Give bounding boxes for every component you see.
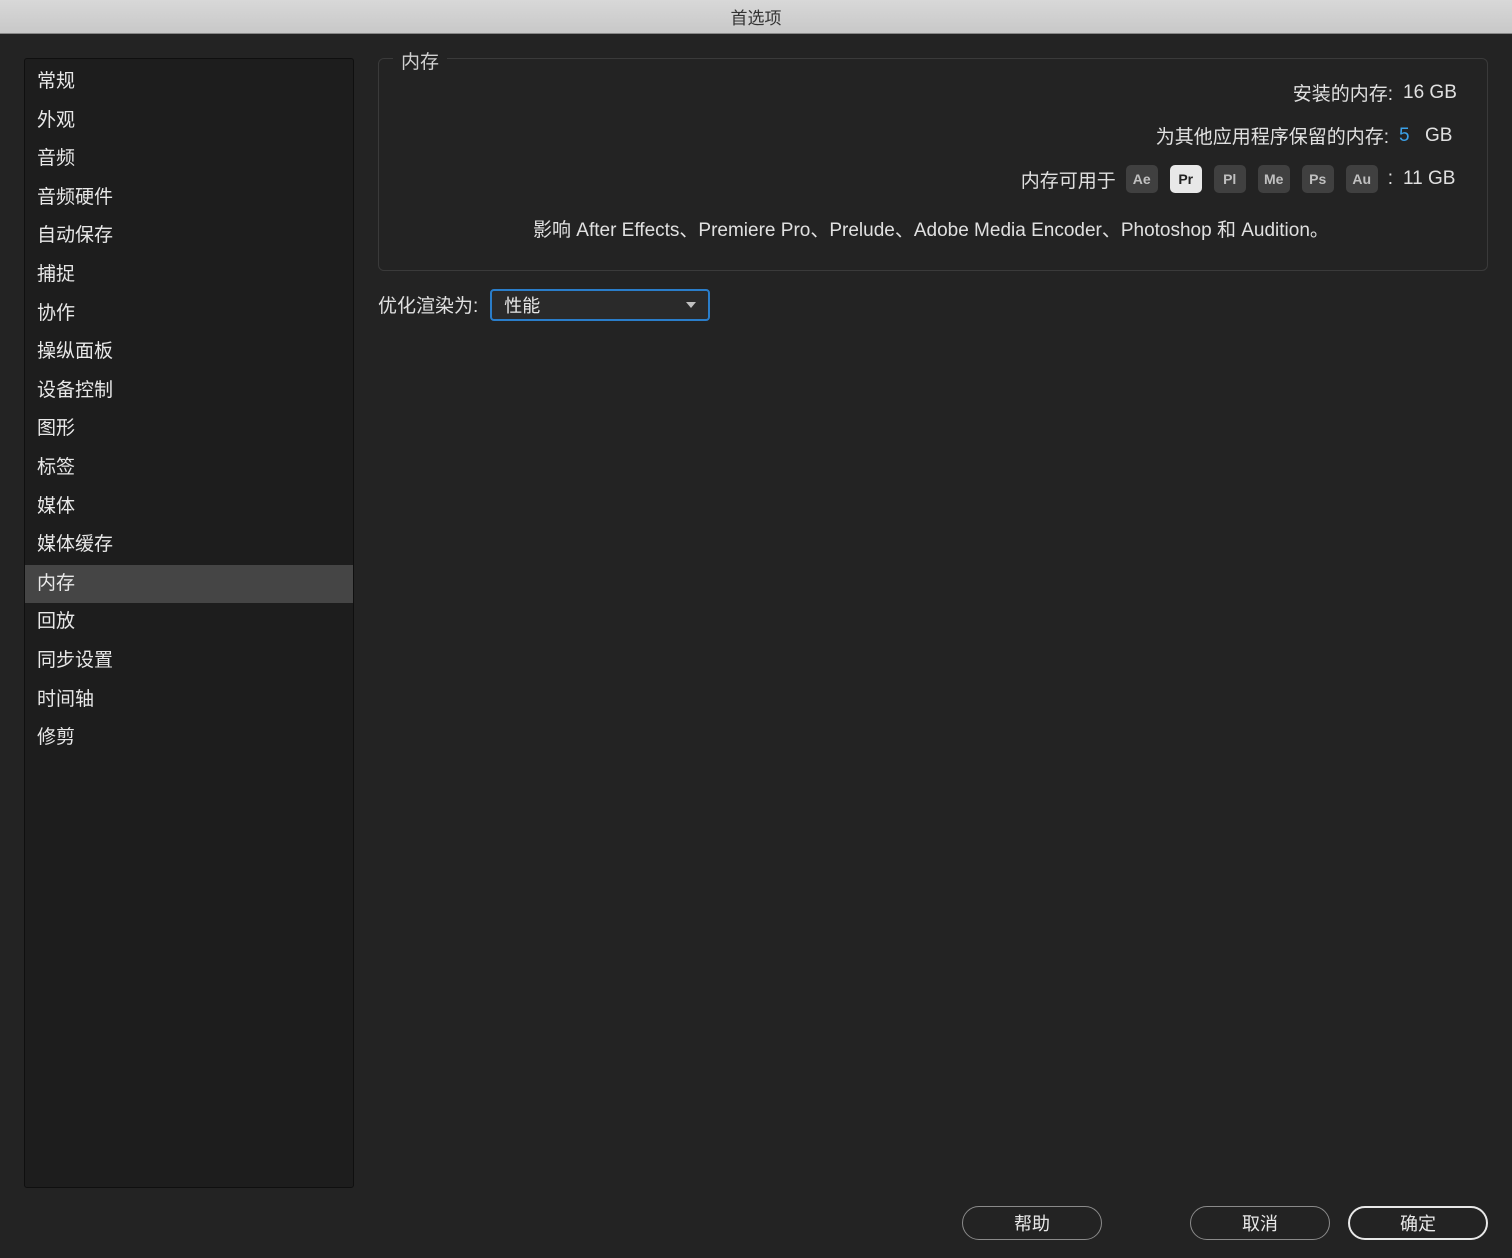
sidebar-item-2[interactable]: 音频 bbox=[25, 140, 353, 179]
app-badge-ps: Ps bbox=[1302, 165, 1334, 193]
available-memory-row: 内存可用于 Ae Pr Pl Me Ps Au : 11 GB bbox=[403, 165, 1463, 193]
available-memory-value: 11 GB bbox=[1403, 168, 1463, 190]
reserved-memory-value-unit: GB bbox=[1425, 125, 1463, 147]
optimize-render-label: 优化渲染为: bbox=[378, 291, 478, 318]
sidebar-item-16[interactable]: 时间轴 bbox=[25, 681, 353, 720]
reserved-memory-value-num[interactable]: 5 bbox=[1399, 125, 1415, 147]
sidebar-item-13[interactable]: 内存 bbox=[25, 565, 353, 604]
main-area: 常规外观音频音频硬件自动保存捕捉协作操纵面板设备控制图形标签媒体媒体缓存内存回放… bbox=[24, 58, 1488, 1188]
sidebar-item-6[interactable]: 协作 bbox=[25, 295, 353, 334]
sidebar-item-15[interactable]: 同步设置 bbox=[25, 642, 353, 681]
installed-memory-row: 安装的内存: 16 GB bbox=[403, 79, 1463, 106]
sidebar-item-4[interactable]: 自动保存 bbox=[25, 217, 353, 256]
chevron-down-icon bbox=[686, 302, 696, 308]
memory-rows: 安装的内存: 16 GB 为其他应用程序保留的内存: 5 GB 内存可用于 Ae… bbox=[403, 79, 1463, 246]
sidebar-item-17[interactable]: 修剪 bbox=[25, 719, 353, 758]
sidebar-item-7[interactable]: 操纵面板 bbox=[25, 333, 353, 372]
app-badge-pr: Pr bbox=[1170, 165, 1202, 193]
reserved-memory-row: 为其他应用程序保留的内存: 5 GB bbox=[403, 122, 1463, 149]
sidebar-item-9[interactable]: 图形 bbox=[25, 410, 353, 449]
sidebar-item-0[interactable]: 常规 bbox=[25, 63, 353, 102]
memory-description: 影响 After Effects、Premiere Pro、Prelude、Ad… bbox=[403, 217, 1463, 246]
sidebar-item-8[interactable]: 设备控制 bbox=[25, 372, 353, 411]
optimize-render-row: 优化渲染为: 性能 bbox=[378, 289, 1488, 321]
optimize-render-select[interactable]: 性能 bbox=[490, 289, 710, 321]
window-title: 首选项 bbox=[731, 4, 782, 29]
sidebar-item-1[interactable]: 外观 bbox=[25, 102, 353, 141]
optimize-render-value: 性能 bbox=[504, 292, 540, 318]
sidebar-item-3[interactable]: 音频硬件 bbox=[25, 179, 353, 218]
reserved-memory-label: 为其他应用程序保留的内存: bbox=[1156, 122, 1389, 149]
window-body: 常规外观音频音频硬件自动保存捕捉协作操纵面板设备控制图形标签媒体媒体缓存内存回放… bbox=[0, 34, 1512, 1258]
sidebar-item-11[interactable]: 媒体 bbox=[25, 488, 353, 527]
preferences-sidebar: 常规外观音频音频硬件自动保存捕捉协作操纵面板设备控制图形标签媒体媒体缓存内存回放… bbox=[24, 58, 354, 1188]
preferences-content: 内存 安装的内存: 16 GB 为其他应用程序保留的内存: 5 GB 内存可用于… bbox=[378, 58, 1488, 1188]
available-memory-label: 内存可用于 bbox=[1021, 166, 1116, 193]
dialog-footer: 帮助 取消 确定 bbox=[24, 1188, 1488, 1240]
available-memory-suffix: : bbox=[1388, 168, 1393, 190]
sidebar-item-12[interactable]: 媒体缓存 bbox=[25, 526, 353, 565]
sidebar-item-14[interactable]: 回放 bbox=[25, 603, 353, 642]
app-badge-me: Me bbox=[1258, 165, 1290, 193]
sidebar-item-10[interactable]: 标签 bbox=[25, 449, 353, 488]
memory-fieldset: 内存 安装的内存: 16 GB 为其他应用程序保留的内存: 5 GB 内存可用于… bbox=[378, 58, 1488, 271]
installed-memory-value: 16 GB bbox=[1403, 82, 1463, 104]
sidebar-item-5[interactable]: 捕捉 bbox=[25, 256, 353, 295]
app-badge-ae: Ae bbox=[1126, 165, 1158, 193]
window-titlebar: 首选项 bbox=[0, 0, 1512, 34]
ok-button[interactable]: 确定 bbox=[1348, 1206, 1488, 1240]
memory-legend: 内存 bbox=[393, 47, 447, 74]
app-badges-group: Ae Pr Pl Me Ps Au bbox=[1126, 165, 1378, 193]
footer-left-group: 帮助 bbox=[962, 1206, 1102, 1240]
app-badge-pl: Pl bbox=[1214, 165, 1246, 193]
app-badge-au: Au bbox=[1346, 165, 1378, 193]
cancel-button[interactable]: 取消 bbox=[1190, 1206, 1330, 1240]
installed-memory-label: 安装的内存: bbox=[1293, 79, 1393, 106]
help-button[interactable]: 帮助 bbox=[962, 1206, 1102, 1240]
